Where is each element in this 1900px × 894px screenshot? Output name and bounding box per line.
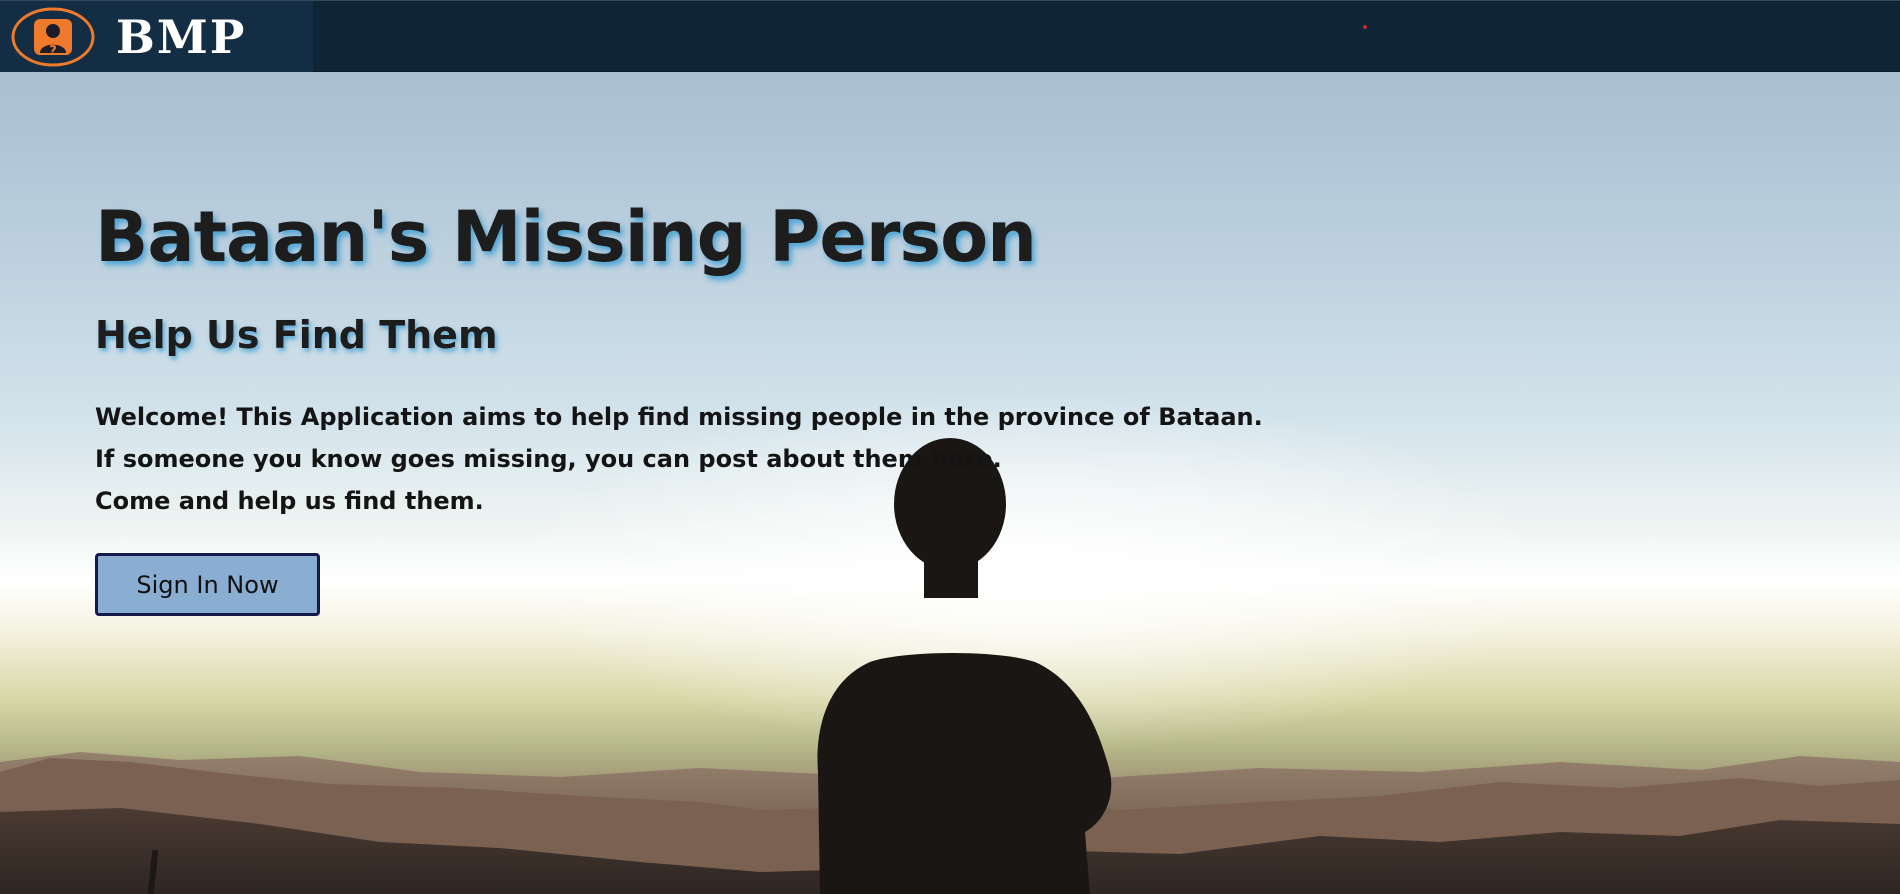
svg-text:?: ? bbox=[49, 44, 57, 59]
description-line: Come and help us find them. bbox=[95, 487, 484, 515]
description-line: Welcome! This Application aims to help f… bbox=[95, 403, 1263, 431]
hero-description: Welcome! This Application aims to help f… bbox=[95, 396, 1295, 522]
hero-section: Bataan's Missing Person Help Us Find The… bbox=[0, 72, 1900, 894]
hero-content: Bataan's Missing Person Help Us Find The… bbox=[95, 192, 1295, 522]
brand[interactable]: ? BMP bbox=[0, 1, 313, 72]
page-title: Bataan's Missing Person bbox=[95, 196, 1037, 278]
brand-name: BMP bbox=[116, 10, 247, 64]
missing-person-icon: ? bbox=[11, 7, 95, 67]
page-subtitle: Help Us Find Them bbox=[95, 313, 498, 357]
sign-in-button[interactable]: Sign In Now bbox=[95, 553, 320, 616]
status-dot bbox=[1363, 25, 1367, 29]
description-line: If someone you know goes missing, you ca… bbox=[95, 445, 1002, 473]
top-navbar: ? BMP bbox=[0, 0, 1900, 72]
